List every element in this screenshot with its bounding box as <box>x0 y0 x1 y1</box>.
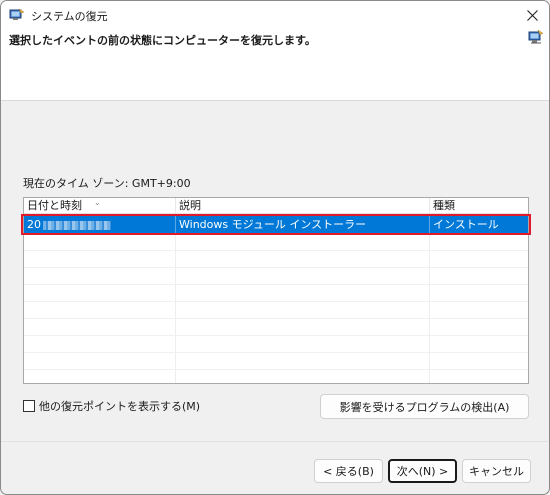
chevron-down-icon: ⌄ <box>94 198 101 207</box>
back-button[interactable]: < 戻る(B) <box>314 459 383 483</box>
grid-line <box>24 301 528 302</box>
system-restore-icon <box>9 8 25 22</box>
column-header-description[interactable]: 説明 <box>175 198 429 214</box>
cell-type: インストール <box>429 216 528 233</box>
grid-line <box>24 267 528 268</box>
grid-line <box>24 318 528 319</box>
grid-line <box>24 369 528 370</box>
grid-line <box>24 284 528 285</box>
column-header-date[interactable]: 日付と時刻 ⌄ <box>24 198 175 214</box>
window-title: システムの復元 <box>31 10 108 23</box>
dialog-instruction: 選択したイベントの前の状態にコンピューターを復元します。 <box>9 34 316 47</box>
close-icon <box>526 9 538 21</box>
grid-line <box>429 214 430 383</box>
system-restore-icon <box>528 29 544 45</box>
divider <box>1 441 549 442</box>
grid-line <box>24 352 528 353</box>
grid-line <box>24 250 528 251</box>
redacted-date <box>43 220 111 230</box>
grid-line <box>175 214 176 383</box>
scan-affected-programs-button[interactable]: 影響を受けるプログラムの検出(A) <box>320 394 529 419</box>
cell-date: 20 <box>24 216 175 233</box>
cancel-button[interactable]: キャンセル <box>462 459 531 483</box>
column-header-type[interactable]: 種類 <box>429 198 528 214</box>
checkbox-label: 他の復元ポイントを表示する(M) <box>39 400 201 413</box>
table-row[interactable]: 20 Windows モジュール インストーラー インストール <box>21 214 531 235</box>
close-button[interactable] <box>517 3 547 27</box>
timezone-label: 現在のタイム ゾーン: GMT+9:00 <box>23 177 191 190</box>
list-header: 日付と時刻 ⌄ 説明 種類 <box>24 198 528 214</box>
system-restore-dialog: システムの復元 選択したイベントの前の状態にコンピューターを復元します。 現在の… <box>0 0 550 495</box>
show-more-restore-points-checkbox[interactable]: 他の復元ポイントを表示する(M) <box>23 399 200 413</box>
checkbox-box[interactable] <box>23 400 35 412</box>
dialog-header: システムの復元 選択したイベントの前の状態にコンピューターを復元します。 <box>1 1 549 101</box>
grid-line <box>24 335 528 336</box>
next-button[interactable]: 次へ(N) > <box>388 459 457 483</box>
restore-point-list[interactable]: 日付と時刻 ⌄ 説明 種類 20 Windows モジュール インストーラー イ… <box>21 197 531 384</box>
cell-description: Windows モジュール インストーラー <box>175 216 429 233</box>
